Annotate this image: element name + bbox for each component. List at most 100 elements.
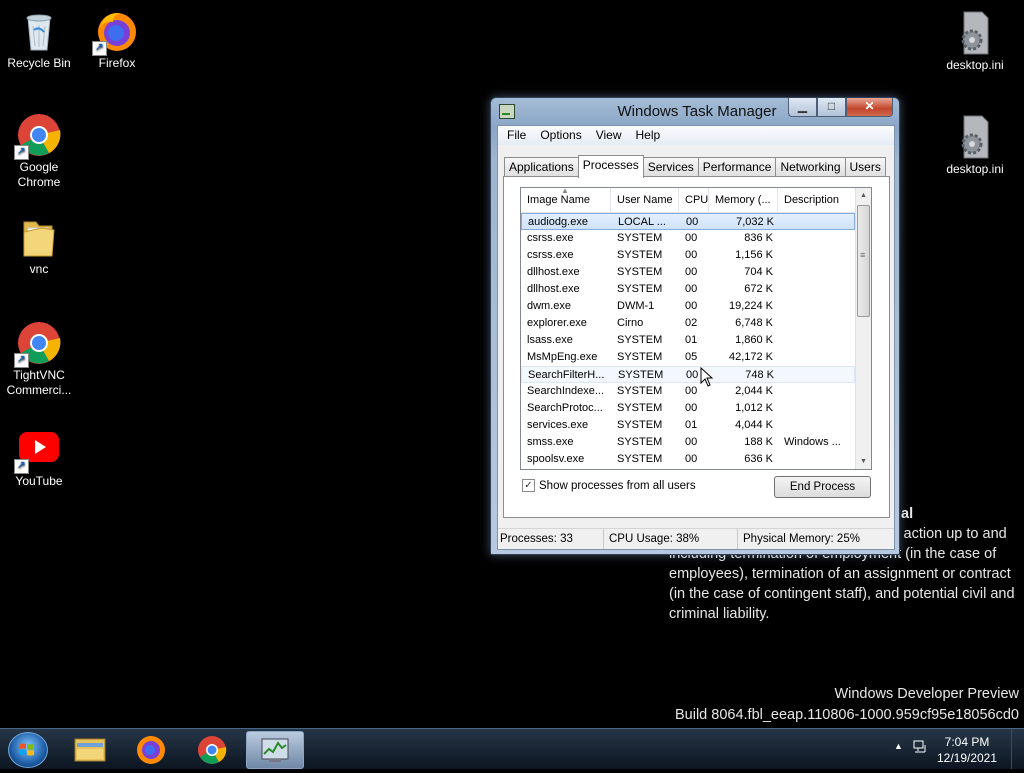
- process-cpu: 00: [685, 249, 698, 261]
- settings-file-icon: [952, 10, 998, 56]
- process-user-name: LOCAL ...: [618, 216, 666, 228]
- process-row[interactable]: SearchFilterH... SYSTEM 00 748 K: [521, 366, 855, 383]
- sort-ascending-icon: ▲: [561, 187, 569, 195]
- window-client-area: File Options View Help Applications Proc…: [497, 125, 895, 550]
- desktop-icon-vnc[interactable]: vnc: [0, 214, 78, 277]
- process-cpu: 05: [685, 351, 698, 363]
- process-cpu: 00: [685, 453, 698, 465]
- show-all-users-checkbox[interactable]: ✓ Show processes from all users: [522, 479, 696, 492]
- column-cpu[interactable]: CPU: [679, 188, 709, 212]
- desktop-icon-youtube[interactable]: ↗ YouTube: [0, 426, 78, 489]
- end-process-button[interactable]: End Process: [774, 476, 871, 498]
- window-titlebar[interactable]: Windows Task Manager ▁ □ ✕: [491, 98, 899, 124]
- tab-users[interactable]: Users: [844, 157, 886, 177]
- maximize-button[interactable]: □: [817, 98, 846, 117]
- tab-processes[interactable]: Processes: [577, 155, 644, 178]
- process-row[interactable]: dllhost.exe SYSTEM 00 704 K: [521, 264, 855, 281]
- process-image-name: spoolsv.exe: [527, 453, 585, 465]
- desktop-icon-recycle-bin[interactable]: Recycle Bin: [0, 8, 78, 71]
- menu-file[interactable]: File: [500, 126, 533, 145]
- process-user-name: SYSTEM: [617, 266, 663, 278]
- scroll-up-arrow-icon[interactable]: ▲: [856, 188, 871, 203]
- desktop-icon-firefox[interactable]: ↗ Firefox: [78, 8, 156, 71]
- process-image-name: csrss.exe: [527, 232, 574, 244]
- desktop-icon-google-chrome[interactable]: ↗ Google Chrome: [0, 112, 78, 190]
- task-manager-icon: [261, 738, 289, 762]
- window-controls: ▁ □ ✕: [788, 98, 893, 117]
- tab-performance[interactable]: Performance: [697, 157, 777, 177]
- task-manager-window[interactable]: Windows Task Manager ▁ □ ✕ File Options …: [490, 97, 900, 555]
- process-user-name: SYSTEM: [617, 436, 663, 448]
- process-image-name: services.exe: [527, 419, 589, 431]
- process-row[interactable]: lsass.exe SYSTEM 01 1,860 K: [521, 332, 855, 349]
- desktop-icon-desktop-ini-2[interactable]: desktop.ini: [936, 114, 1014, 177]
- network-icon[interactable]: [912, 739, 928, 758]
- scroll-down-arrow-icon[interactable]: ▼: [856, 454, 871, 469]
- desktop-icon-label: Google Chrome: [17, 160, 61, 189]
- process-user-name: DWM-1: [617, 300, 655, 312]
- process-list-scrollbar[interactable]: ▲ ▼: [855, 188, 871, 469]
- process-row[interactable]: csrss.exe SYSTEM 00 836 K: [521, 230, 855, 247]
- process-list[interactable]: ▲ Image Name User Name CPU Memory (... D…: [520, 187, 872, 470]
- process-row[interactable]: explorer.exe Cirno 02 6,748 K: [521, 315, 855, 332]
- column-memory[interactable]: Memory (...: [709, 188, 778, 212]
- taskbar-firefox-button[interactable]: [123, 731, 179, 767]
- process-row[interactable]: SearchIndexe... SYSTEM 00 2,044 K: [521, 383, 855, 400]
- process-row[interactable]: spoolsv.exe SYSTEM 00 636 K: [521, 451, 855, 468]
- recycle-bin-icon: [16, 8, 62, 54]
- show-desktop-button[interactable]: [1011, 729, 1024, 769]
- taskbar-explorer-button[interactable]: [62, 731, 118, 767]
- desktop-icon-label: vnc: [29, 262, 49, 276]
- column-image-name[interactable]: ▲ Image Name: [521, 188, 611, 212]
- menu-help[interactable]: Help: [629, 126, 668, 145]
- process-row[interactable]: audiodg.exe LOCAL ... 00 7,032 K: [521, 213, 855, 230]
- settings-file-icon: [952, 114, 998, 160]
- taskbar-task-manager-button[interactable]: [246, 731, 304, 769]
- menu-view[interactable]: View: [589, 126, 629, 145]
- process-memory: 19,224 K: [728, 300, 773, 312]
- clock[interactable]: 7:04 PM 12/19/2021: [932, 734, 1002, 766]
- start-button[interactable]: [8, 732, 48, 768]
- column-user-name[interactable]: User Name: [611, 188, 679, 212]
- taskbar-chrome-button[interactable]: [184, 731, 240, 767]
- close-button[interactable]: ✕: [846, 98, 893, 117]
- show-all-users-label: Show processes from all users: [539, 479, 696, 492]
- process-cpu: 00: [685, 232, 698, 244]
- process-image-name: csrss.exe: [527, 249, 574, 261]
- tab-networking[interactable]: Networking: [775, 157, 846, 177]
- shortcut-arrow-icon: ↗: [14, 145, 29, 160]
- tab-applications[interactable]: Applications: [504, 157, 579, 177]
- scrollbar-thumb[interactable]: [857, 205, 870, 317]
- process-memory: 7,032 K: [736, 216, 774, 228]
- process-row[interactable]: MsMpEng.exe SYSTEM 05 42,172 K: [521, 349, 855, 366]
- process-row[interactable]: dwm.exe DWM-1 00 19,224 K: [521, 298, 855, 315]
- process-image-name: SearchProtoc...: [527, 402, 603, 414]
- desktop-icon-tightvnc[interactable]: ↗ TightVNC Commerci...: [0, 320, 78, 398]
- menu-options[interactable]: Options: [533, 126, 588, 145]
- process-row[interactable]: services.exe SYSTEM 01 4,044 K: [521, 417, 855, 434]
- chrome-icon: ↗: [14, 112, 62, 160]
- status-physical-memory: Physical Memory: 25%: [743, 533, 860, 545]
- process-memory: 6,748 K: [735, 317, 773, 329]
- process-memory: 1,860 K: [735, 334, 773, 346]
- processes-panel: ▲ Image Name User Name CPU Memory (... D…: [503, 176, 890, 518]
- process-cpu: 00: [686, 216, 699, 228]
- chrome-icon: [198, 736, 227, 764]
- process-user-name: SYSTEM: [617, 402, 663, 414]
- desktop-icon-desktop-ini-1[interactable]: desktop.ini: [936, 10, 1014, 73]
- process-row[interactable]: smss.exe SYSTEM 00 188 K Windows ...: [521, 434, 855, 451]
- process-row[interactable]: dllhost.exe SYSTEM 00 672 K: [521, 281, 855, 298]
- tab-services[interactable]: Services: [642, 157, 699, 177]
- minimize-button[interactable]: ▁: [788, 98, 817, 117]
- process-image-name: SearchIndexe...: [527, 385, 605, 397]
- process-row[interactable]: SearchProtoc... SYSTEM 00 1,012 K: [521, 400, 855, 417]
- show-hidden-icons-arrow-icon[interactable]: ▲: [894, 741, 903, 751]
- menu-bar: File Options View Help: [498, 126, 894, 145]
- process-description: Windows ...: [784, 436, 841, 448]
- process-memory: 1,012 K: [735, 402, 773, 414]
- desktop-icon-label: Recycle Bin: [7, 56, 71, 70]
- shortcut-arrow-icon: ↗: [14, 353, 29, 368]
- process-row[interactable]: csrss.exe SYSTEM 00 1,156 K: [521, 247, 855, 264]
- column-description[interactable]: Description: [778, 188, 855, 212]
- process-user-name: SYSTEM: [617, 419, 663, 431]
